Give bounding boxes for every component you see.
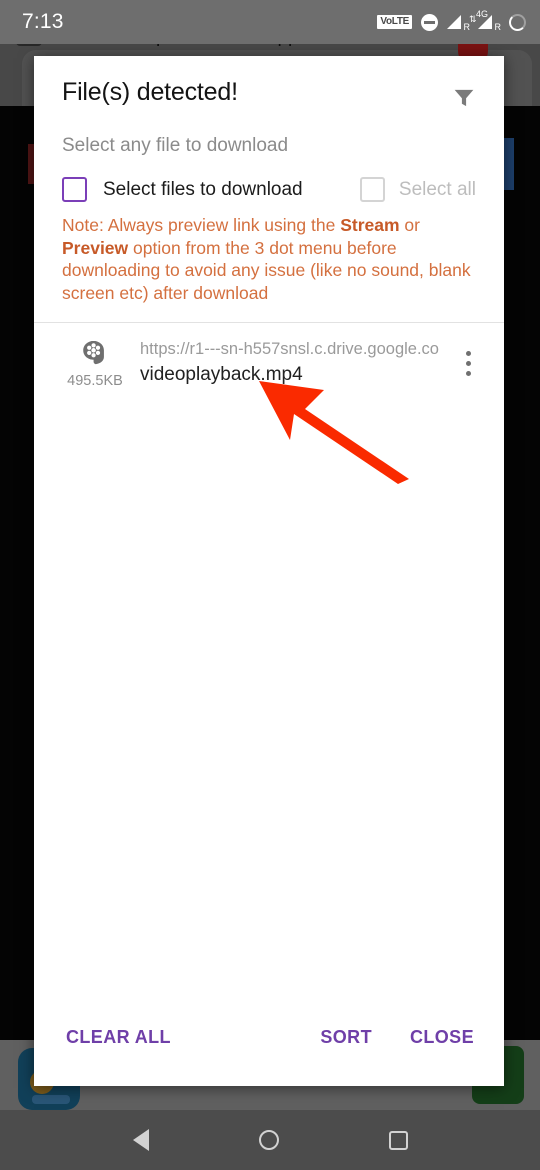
home-icon[interactable] [258,1130,279,1150]
dialog-header: File(s) detected! [34,56,504,117]
menu-dot [465,370,471,376]
film-reel-icon [83,340,108,365]
note-bold-stream: Stream [340,215,400,235]
sync-spinner-icon [509,13,526,31]
recents-icon[interactable] [388,1130,408,1150]
file-details: https://r1---sn-h557snsl.c.drive.google.… [134,340,448,386]
note-middle: or [399,215,420,235]
note-bold-preview: Preview [62,237,129,258]
menu-dot [465,350,471,356]
menu-dot [465,360,471,366]
file-url: https://r1---sn-h557snsl.c.drive.google.… [140,340,440,358]
clear-all-button[interactable]: CLEAR ALL [64,1019,173,1056]
note-prefix: Note: Always preview link using the [62,215,341,235]
sort-button[interactable]: SORT [318,1019,374,1056]
roaming-label: R [463,22,471,32]
select-all-group: Select all [359,177,476,202]
signal-sim1-icon: R [447,13,471,32]
status-icon-group: VoLTE R ⇅ 4G R [377,10,526,32]
volte-icon: VoLTE [377,15,412,29]
select-all-label: Select all [398,178,476,200]
dialog-subtitle: Select any file to download [62,135,289,156]
do-not-disturb-icon [421,13,438,31]
file-size: 495.5KB [67,373,123,389]
dialog-empty-space [34,403,504,1019]
filter-icon[interactable] [450,78,482,117]
select-files-checkbox[interactable] [62,177,87,202]
status-bar: 7:13 VoLTE R ⇅ 4G R [0,0,540,44]
note-text: Note: Always preview link using the Stre… [34,202,504,304]
dialog-action-bar: CLEAR ALL SORT CLOSE [34,1019,504,1086]
roaming-label: R [494,22,502,32]
back-icon[interactable] [132,1129,149,1151]
signal-bars [447,15,461,29]
select-controls-row: Select files to download Select all [34,157,504,202]
signal-sim2-icon: ⇅ 4G R [469,10,502,32]
phone-screen: 1 development of the app 7:13 VoLTE R ⇅ [0,0,540,1170]
signal-bars [478,15,492,29]
select-all-checkbox[interactable] [359,177,385,202]
file-list-item[interactable]: 495.5KB https://r1---sn-h557snsl.c.drive… [34,323,504,403]
page-title: File(s) detected! [62,78,238,106]
file-thumbnail: 495.5KB [56,337,134,389]
close-button[interactable]: CLOSE [408,1019,476,1056]
status-clock: 7:13 [22,10,64,33]
file-name: videoplayback.mp4 [140,364,303,385]
android-navigation-bar [0,1110,540,1170]
file-overflow-menu-icon[interactable] [448,350,488,376]
select-files-label: Select files to download [103,178,303,200]
files-detected-dialog: File(s) detected! Select any file to dow… [34,56,504,1086]
